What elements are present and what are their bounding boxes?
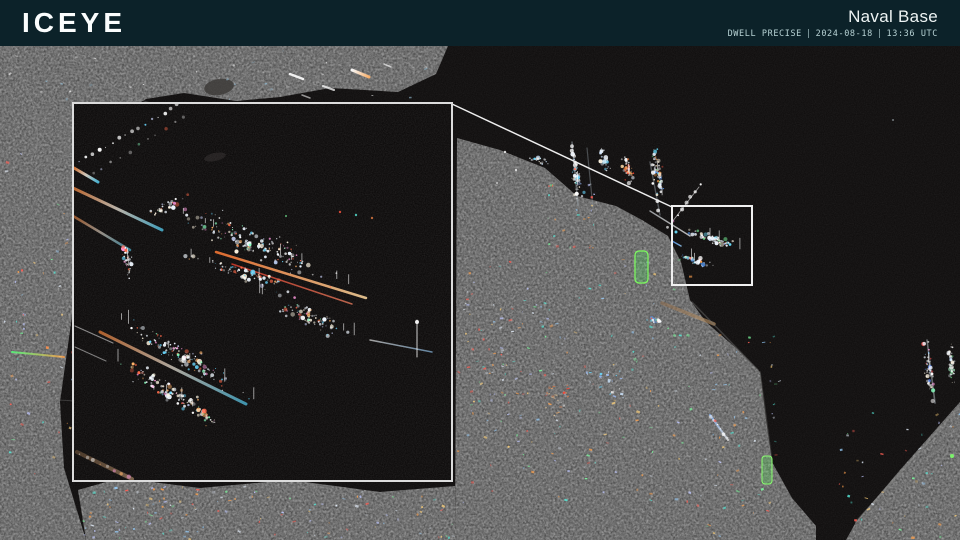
detail-inset xyxy=(73,102,452,481)
page-title: Naval Base xyxy=(848,7,938,27)
app-header: ICEYE Naval Base DWELL PRECISE | 2024-08-1… xyxy=(0,0,960,46)
meta-separator: | xyxy=(806,29,812,39)
capture-mode: DWELL PRECISE xyxy=(728,29,802,39)
capture-meta: DWELL PRECISE | 2024-08-18 | 13:36 UTC xyxy=(728,29,938,39)
naval-base-sar-image xyxy=(0,0,960,540)
meta-separator: | xyxy=(877,29,883,39)
iceye-logo: ICEYE xyxy=(22,9,126,37)
header-right: Naval Base DWELL PRECISE | 2024-08-18 | 13:3… xyxy=(728,7,938,39)
capture-time: 13:36 UTC xyxy=(887,29,938,39)
iceye-viewer: ICEYE Naval Base DWELL PRECISE | 2024-08-1… xyxy=(0,0,960,540)
capture-date: 2024-08-18 xyxy=(816,29,873,39)
